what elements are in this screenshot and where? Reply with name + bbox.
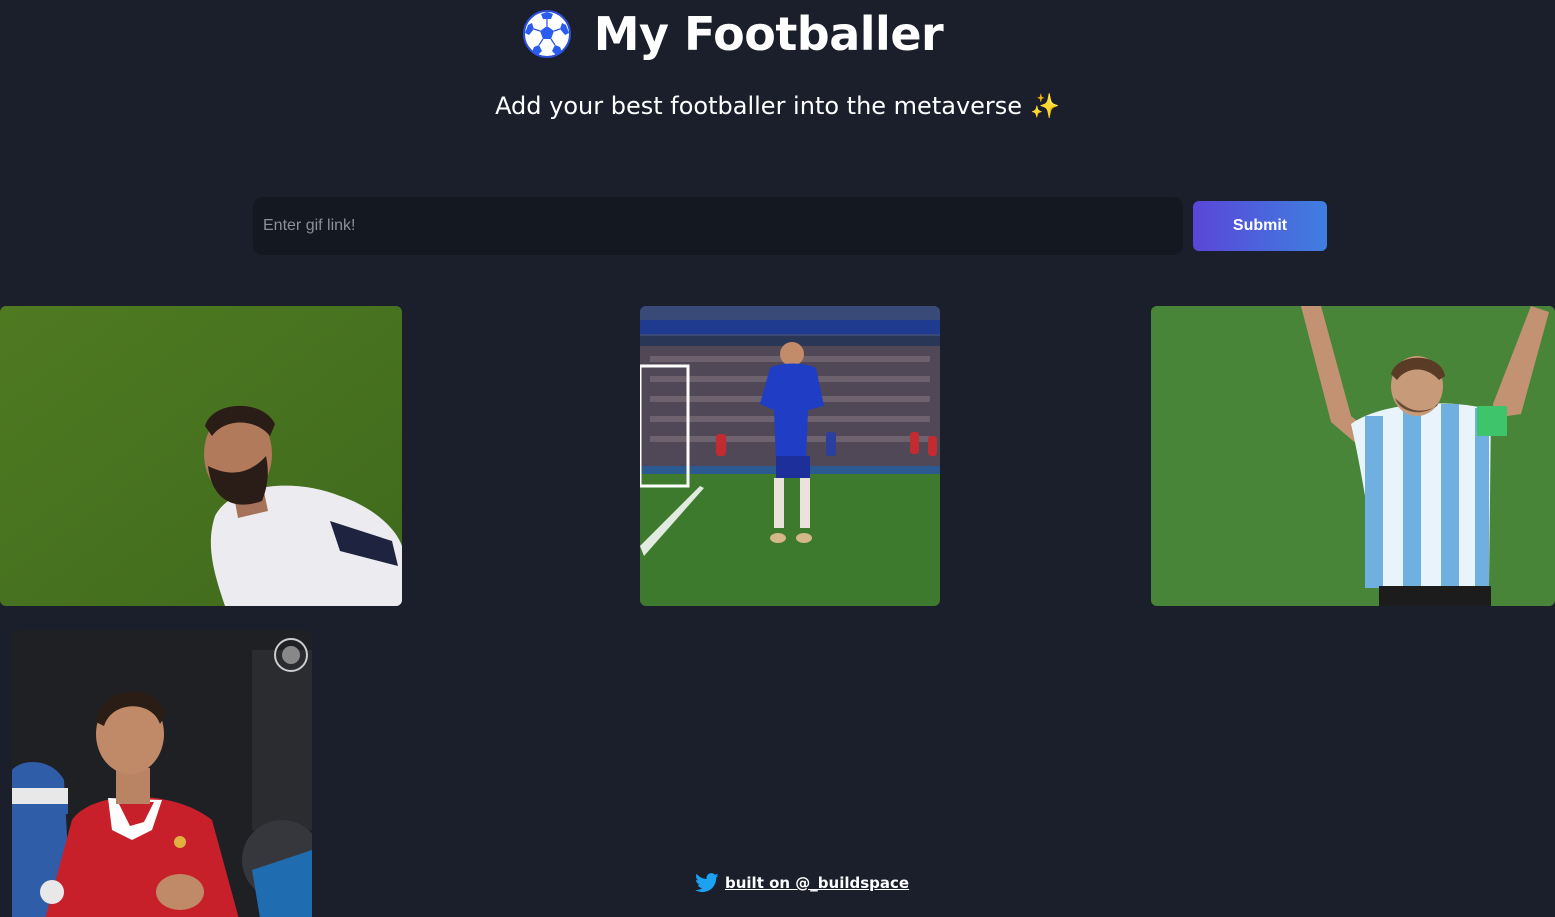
twitter-icon xyxy=(695,873,719,893)
subtitle-row: Add your best footballer into the metave… xyxy=(0,90,1555,122)
gif-item-4 xyxy=(12,630,312,917)
sparkles-icon: ✨ xyxy=(1030,92,1060,120)
gif-item-1 xyxy=(0,306,402,606)
soccer-ball-icon xyxy=(522,9,572,59)
gif-item-2 xyxy=(640,306,940,606)
submit-button[interactable]: Submit xyxy=(1193,201,1327,251)
header: My Footballer xyxy=(0,4,1555,64)
title-wrap: My Footballer xyxy=(522,7,944,61)
footer: built on @_buildspace xyxy=(695,871,909,895)
gif-link-input[interactable] xyxy=(253,197,1183,255)
page-title: My Footballer xyxy=(593,7,944,61)
gif-item-3 xyxy=(1151,306,1555,606)
buildspace-link[interactable]: built on @_buildspace xyxy=(725,874,909,892)
page: My Footballer Add your best footballer i… xyxy=(0,0,1555,917)
page-subtitle: Add your best footballer into the metave… xyxy=(495,92,1023,120)
